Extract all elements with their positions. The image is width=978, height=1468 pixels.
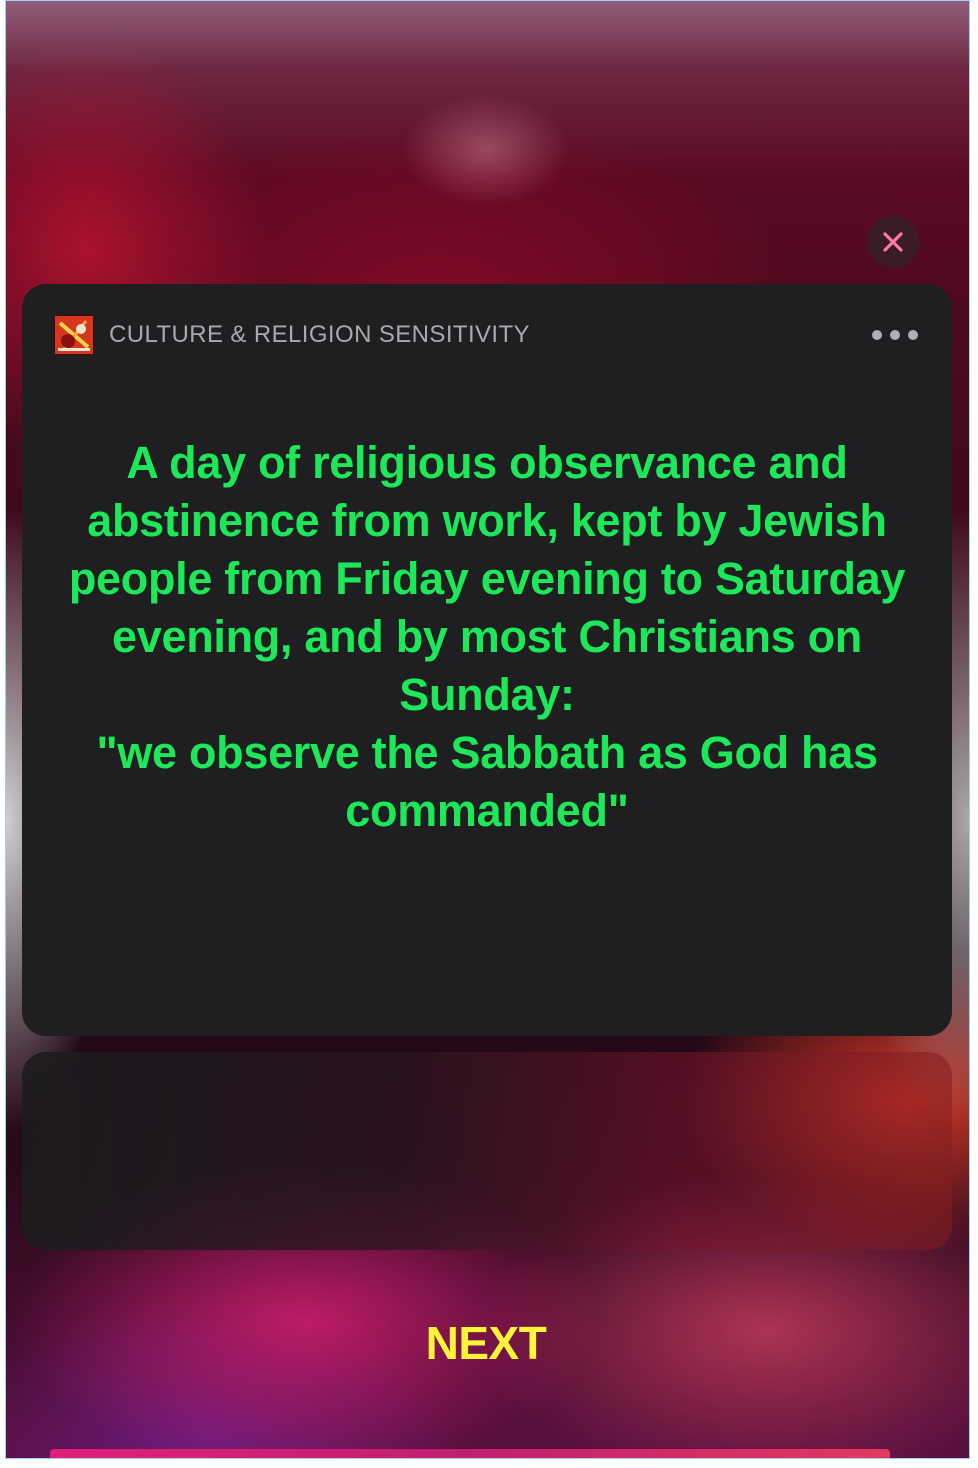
app-logo-icon [54, 315, 94, 355]
card-header: CULTURE & RELIGION SENSITIVITY [54, 314, 920, 356]
next-button[interactable]: NEXT [386, 1312, 586, 1374]
ellipsis-icon [872, 330, 882, 340]
close-button[interactable] [867, 216, 919, 268]
blank-panel [22, 1052, 952, 1250]
app-name: CULTURE & RELIGION SENSITIVITY [109, 321, 530, 348]
bottom-edge-bar [50, 1449, 890, 1458]
background: CULTURE & RELIGION SENSITIVITY A day of … [6, 0, 969, 1458]
notification-card: CULTURE & RELIGION SENSITIVITY A day of … [22, 284, 952, 1036]
more-options-button[interactable] [870, 326, 920, 344]
ellipsis-icon [908, 330, 918, 340]
definition-text: A day of religious observance and abstin… [68, 437, 906, 836]
close-icon [883, 232, 903, 252]
ellipsis-icon [890, 330, 900, 340]
